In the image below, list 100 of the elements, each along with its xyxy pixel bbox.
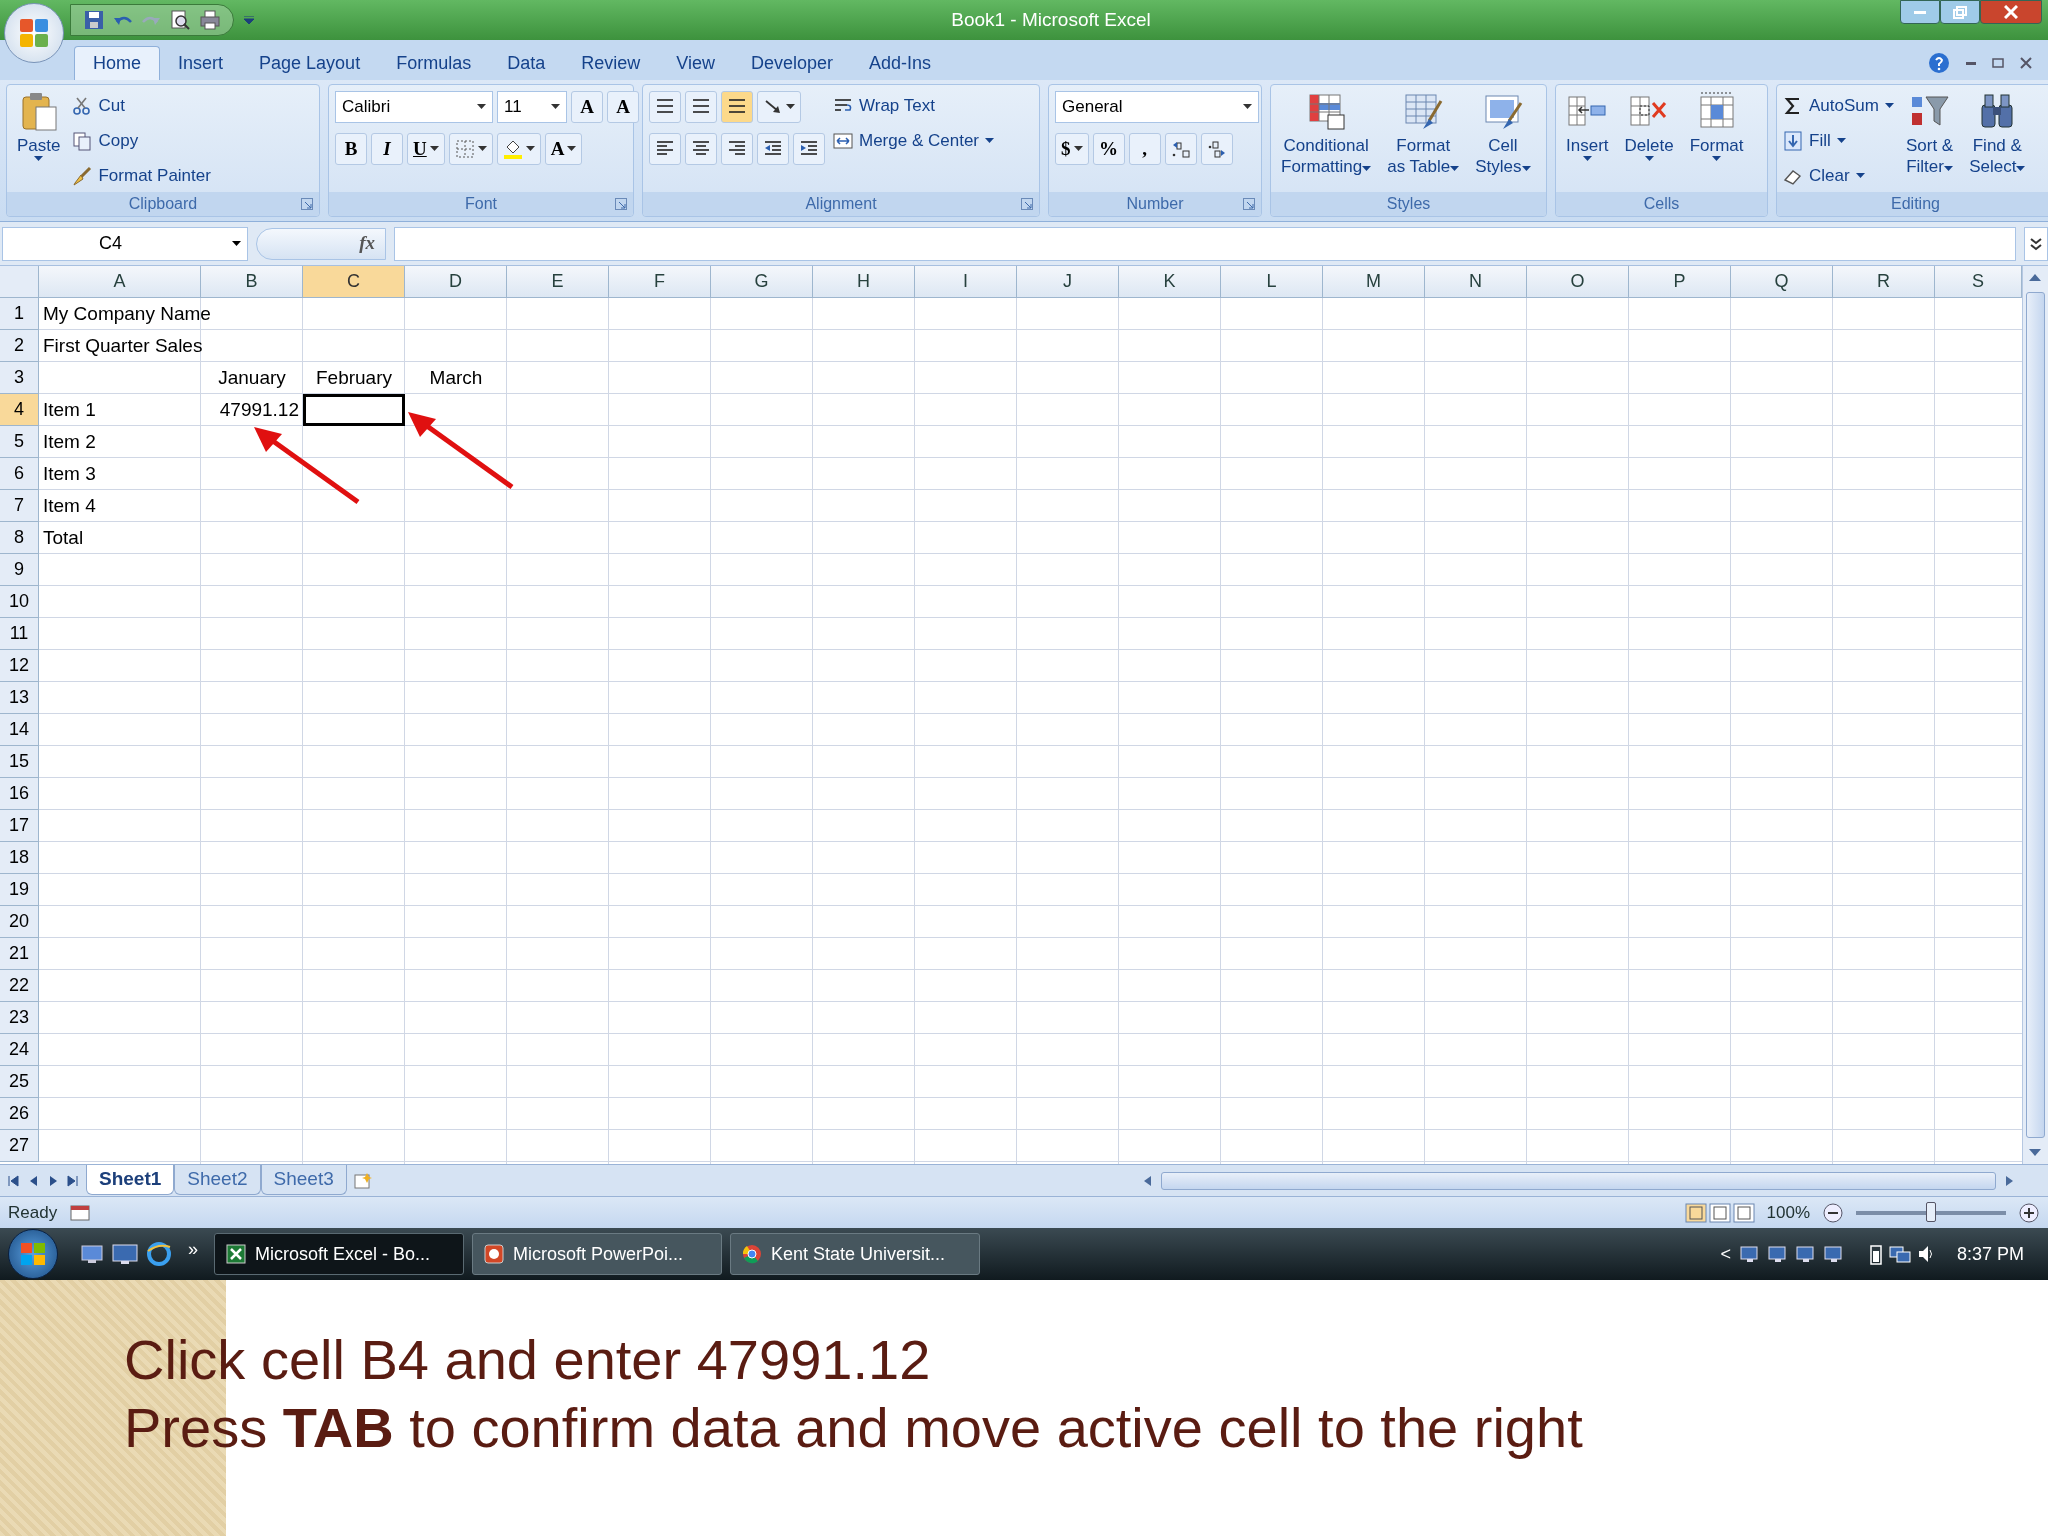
zoom-slider-thumb[interactable] <box>1926 1201 1936 1222</box>
row-header[interactable]: 22 <box>0 970 39 1002</box>
sheet-tab[interactable]: Sheet1 <box>86 1164 175 1195</box>
close-button[interactable] <box>1980 0 2042 24</box>
ribbon-tab[interactable]: Home <box>74 46 160 80</box>
dialog-launcher-icon[interactable] <box>1243 198 1255 210</box>
column-header[interactable]: K <box>1119 266 1221 298</box>
restore-button[interactable] <box>1940 0 1980 24</box>
monitor-icon[interactable] <box>1766 1243 1789 1265</box>
row-header[interactable]: 2 <box>0 330 39 362</box>
restore-icon[interactable] <box>1992 58 2004 68</box>
style-toggle-button[interactable]: A <box>571 91 603 123</box>
row-header[interactable]: 12 <box>0 650 39 682</box>
tool-button[interactable] <box>685 133 717 165</box>
ribbon-button[interactable]: Clear <box>1783 161 1894 191</box>
macro-record-icon[interactable] <box>69 1202 92 1223</box>
ribbon-button[interactable]: Fill <box>1783 126 1894 156</box>
row-header[interactable]: 5 <box>0 426 39 458</box>
column-header[interactable]: S <box>1935 266 2022 298</box>
row-header[interactable]: 24 <box>0 1034 39 1066</box>
display-icon[interactable] <box>1822 1243 1845 1265</box>
row-header[interactable]: 16 <box>0 778 39 810</box>
ribbon-button[interactable]: Paste <box>13 91 65 162</box>
column-header[interactable]: J <box>1017 266 1119 298</box>
ribbon-tab[interactable]: Formulas <box>378 46 490 80</box>
column-header[interactable]: M <box>1323 266 1425 298</box>
column-header[interactable]: I <box>915 266 1017 298</box>
style-toggle-button[interactable]: U <box>407 133 445 165</box>
ribbon-button[interactable]: Find & Select <box>1965 91 2030 177</box>
ribbon-tab[interactable]: Page Layout <box>241 46 379 80</box>
ribbon-button[interactable]: Wrap Text <box>833 91 994 121</box>
tool-button[interactable] <box>757 133 789 165</box>
horizontal-scrollbar-thumb[interactable] <box>1160 1171 1996 1190</box>
column-header[interactable]: G <box>711 266 813 298</box>
style-toggle-button[interactable]: A <box>544 133 583 165</box>
ribbon-tab[interactable]: View <box>658 46 733 80</box>
sheet-nav-icon[interactable] <box>6 1173 20 1188</box>
row-header[interactable]: 17 <box>0 810 39 842</box>
sheet-nav-icon[interactable] <box>66 1173 80 1188</box>
tool-button[interactable] <box>685 91 717 123</box>
formula-input[interactable] <box>394 226 2016 261</box>
row-header[interactable]: 9 <box>0 554 39 586</box>
column-header[interactable]: N <box>1425 266 1527 298</box>
help-icon[interactable] <box>1928 52 1950 74</box>
tool-button[interactable] <box>649 91 681 123</box>
insert-function-button[interactable]: fx <box>256 227 386 260</box>
column-header[interactable]: D <box>405 266 507 298</box>
network-icon[interactable] <box>1738 1243 1761 1265</box>
row-header[interactable]: 14 <box>0 714 39 746</box>
ribbon-tab[interactable]: Developer <box>732 46 851 80</box>
zoom-in-icon[interactable] <box>2018 1201 2040 1224</box>
row-header[interactable]: 13 <box>0 682 39 714</box>
ribbon-button[interactable]: Merge & Center <box>833 126 994 156</box>
column-header[interactable]: A <box>39 266 201 298</box>
style-toggle-button[interactable]: B <box>335 133 367 165</box>
ribbon-tab[interactable]: Data <box>489 46 564 80</box>
column-header[interactable]: R <box>1833 266 1935 298</box>
sheet-tab[interactable]: Sheet2 <box>174 1164 261 1195</box>
scrollbar-thumb[interactable] <box>2026 292 2045 1138</box>
style-toggle-button[interactable]: % <box>1092 133 1125 165</box>
style-toggle-button[interactable]: A <box>607 91 639 123</box>
dialog-launcher-icon[interactable] <box>1021 198 1033 210</box>
ribbon-tab[interactable]: Review <box>563 46 659 80</box>
tool-button[interactable] <box>721 91 753 123</box>
ribbon-button[interactable]: Format as Table <box>1383 91 1464 177</box>
network-icon[interactable] <box>1794 1243 1817 1265</box>
column-header[interactable]: B <box>201 266 303 298</box>
monitor-icon[interactable] <box>112 1243 138 1265</box>
row-header[interactable]: 10 <box>0 586 39 618</box>
row-header[interactable]: 1 <box>0 298 39 330</box>
globe-e-icon[interactable] <box>146 1241 172 1267</box>
column-header[interactable]: E <box>507 266 609 298</box>
ribbon-button[interactable]: Sort & Filter <box>1901 91 1958 177</box>
sheet-tab[interactable]: Sheet3 <box>260 1164 347 1195</box>
battery-icon[interactable] <box>1868 1243 1883 1265</box>
row-header[interactable]: 15 <box>0 746 39 778</box>
customize-caret-icon[interactable] <box>244 16 254 24</box>
tool-button[interactable] <box>649 133 681 165</box>
tray-expand-arrow[interactable]: < <box>1720 1240 1731 1268</box>
tool-button[interactable] <box>793 133 825 165</box>
ribbon-button[interactable]: Delete <box>1620 91 1678 162</box>
tool-button[interactable] <box>721 133 753 165</box>
network-icon[interactable] <box>1888 1243 1911 1265</box>
number-format-dropdown[interactable]: General <box>1055 91 1259 123</box>
column-header[interactable]: H <box>813 266 915 298</box>
overflow-chevron[interactable]: » <box>188 1235 198 1263</box>
dialog-launcher-icon[interactable] <box>301 198 313 210</box>
row-header[interactable]: 27 <box>0 1130 39 1162</box>
style-toggle-button[interactable]: , <box>1128 133 1161 165</box>
ribbon-button[interactable]: Conditional Formatting <box>1277 91 1376 177</box>
taskbar-button[interactable]: Microsoft Excel - Bo... <box>214 1233 464 1275</box>
row-header[interactable]: 23 <box>0 1002 39 1034</box>
font-dropdown[interactable]: Calibri <box>335 91 493 123</box>
row-header[interactable]: 8 <box>0 522 39 554</box>
column-header[interactable]: L <box>1221 266 1323 298</box>
close-icon[interactable] <box>2020 57 2032 69</box>
row-header[interactable]: 11 <box>0 618 39 650</box>
column-header[interactable]: P <box>1629 266 1731 298</box>
ribbon-tab[interactable]: Insert <box>160 46 242 80</box>
ribbon-button[interactable]: Cut <box>72 91 211 121</box>
